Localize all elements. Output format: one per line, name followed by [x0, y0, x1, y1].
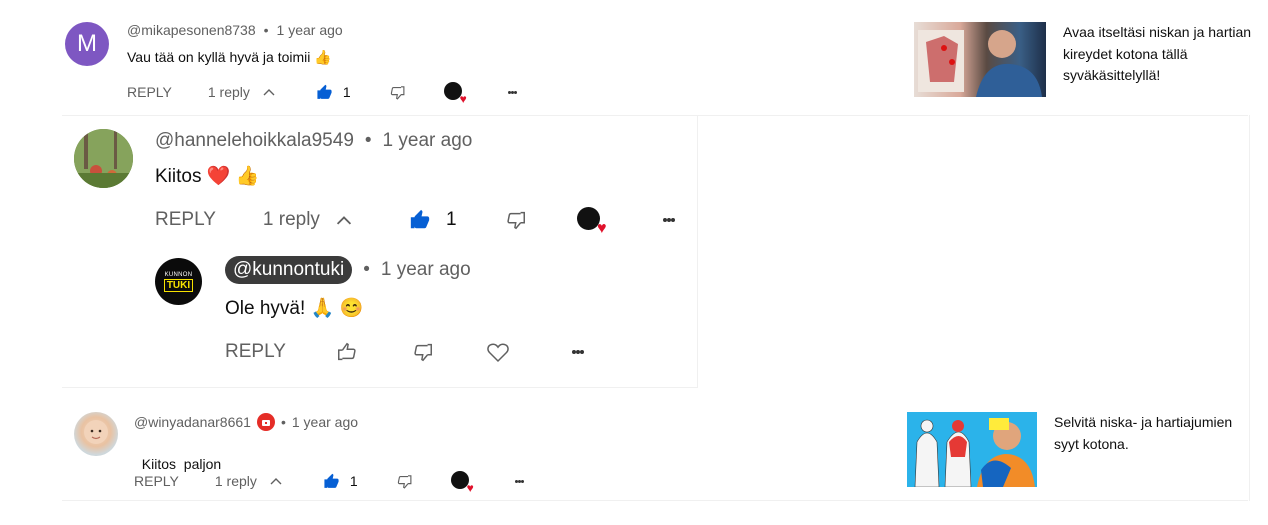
comment-time[interactable]: 1 year ago [381, 259, 471, 281]
comment-body: Ole hyvä! [225, 298, 306, 319]
thumbnail-illustration [907, 412, 1037, 487]
thumbnail-illustration [918, 30, 1042, 97]
heart-icon: ♥ [466, 481, 474, 495]
comment-actions: REPLY 1 reply 1 ♥ [155, 206, 675, 237]
thumbs-up-icon [410, 209, 430, 229]
separator-dot: • [280, 414, 286, 430]
pray-smile-emoji: 🙏 😊 [310, 298, 364, 319]
video-title[interactable]: Avaa itseltäsi niskan ja hartian kireyde… [1063, 22, 1253, 87]
replies-toggle[interactable]: 1 reply [215, 473, 283, 489]
like-count: 1 [349, 473, 358, 489]
heart-thumbs-emoji: ❤️ 👍 [206, 166, 260, 187]
creator-handle-chip[interactable]: @kunnontuki [225, 256, 353, 284]
thumbs-down-icon [414, 343, 432, 362]
channel-badge-icon [256, 413, 275, 431]
comment-time[interactable]: 1 year ago [292, 414, 358, 430]
comment-header: @kunnontuki • 1 year ago [225, 256, 471, 284]
like-button[interactable] [336, 341, 358, 363]
dislike-button[interactable] [412, 341, 434, 363]
comment-author[interactable]: @winyadanar8661 [134, 414, 251, 430]
heart-outline-icon [487, 343, 509, 363]
creator-heart-badge: ♥ [576, 207, 607, 237]
channel-logo-top: KUNNON [164, 271, 193, 278]
heart-icon: ♥ [459, 92, 467, 106]
thumbs-up-icon [337, 342, 356, 361]
more-options-icon[interactable] [571, 348, 584, 357]
creator-heart-badge: ♥ [443, 82, 467, 106]
comment-author[interactable]: @hannelehoikkala9549 [155, 130, 354, 152]
comment-header: @hannelehoikkala9549 • 1 year ago [155, 130, 472, 152]
comment-text: Ole hyvä! 🙏 😊 [225, 296, 363, 320]
like-button[interactable] [316, 84, 333, 101]
more-options-icon[interactable] [662, 216, 675, 225]
comment-author: @kunnontuki [233, 259, 345, 280]
comment-text: Vau tää on kyllä hyvä ja toimii 👍 [127, 49, 332, 66]
video-thumbnail[interactable] [907, 412, 1037, 487]
thumbs-up-emoji: 👍 [314, 49, 332, 65]
replies-toggle[interactable]: 1 reply [263, 209, 353, 231]
comment-author[interactable]: @mikapesonen8738 [127, 22, 256, 38]
avatar-letter: M [77, 30, 97, 57]
divider [62, 500, 1248, 501]
chevron-up-icon [270, 478, 282, 485]
thumbs-down-icon [397, 474, 412, 489]
like-button[interactable] [409, 209, 431, 231]
chevron-up-icon [336, 216, 352, 225]
comment-body: Kiitos [155, 166, 202, 187]
replies-toggle[interactable]: 1 reply [208, 84, 276, 100]
creator-heart-badge: ♥ [450, 471, 474, 495]
avatar-image [74, 129, 133, 188]
video-thumbnail[interactable] [914, 22, 1046, 97]
dislike-button[interactable] [389, 84, 406, 101]
vertical-divider [697, 115, 698, 387]
vertical-divider [1249, 115, 1250, 501]
heart-icon: ♥ [597, 220, 607, 237]
comment-actions: REPLY [225, 338, 584, 366]
dislike-button[interactable] [505, 209, 527, 231]
like-count: 1 [445, 209, 457, 230]
avatar-image [84, 420, 108, 444]
reply-button[interactable]: REPLY [155, 209, 216, 231]
reply-button[interactable]: REPLY [225, 341, 286, 363]
comment-actions: REPLY 1 reply 1 ♥ [127, 82, 517, 106]
chevron-up-icon [263, 89, 275, 96]
channel-logo-bottom: TUKI [163, 278, 194, 292]
separator-dot: • [363, 259, 370, 280]
thumbs-down-icon [390, 85, 405, 100]
thumbs-down-icon [506, 211, 525, 230]
separator-dot: • [364, 130, 372, 151]
replies-count: 1 reply [214, 473, 257, 489]
thumbs-up-icon [324, 473, 339, 488]
avatar[interactable] [74, 412, 118, 456]
like-button[interactable] [323, 473, 340, 490]
comment-header: @mikapesonen8738 • 1 year ago [127, 22, 343, 38]
comment-body: Vau tää on kyllä hyvä ja toimii [127, 49, 311, 65]
comment-body: Kiitos paljon [141, 456, 222, 472]
replies-count: 1 reply [207, 84, 250, 100]
comment-time[interactable]: 1 year ago [383, 130, 473, 152]
like-count: 1 [342, 84, 351, 100]
separator-dot: • [263, 22, 269, 38]
avatar[interactable] [74, 129, 133, 188]
comment-header: @winyadanar8661 • 1 year ago [134, 413, 358, 431]
comment-actions: REPLY 1 reply 1 ♥ [134, 471, 524, 495]
comment-text: Kiitos ❤️ 👍 [155, 164, 259, 188]
comment-time[interactable]: 1 year ago [277, 22, 343, 38]
divider [62, 115, 1248, 116]
thumbs-up-icon [317, 84, 332, 99]
divider [62, 387, 698, 388]
more-options-icon[interactable] [507, 89, 517, 96]
heart-button[interactable] [486, 341, 510, 363]
replies-count: 1 reply [262, 209, 320, 230]
video-title[interactable]: Selvitä niska- ja hartiajumien syyt koto… [1054, 412, 1249, 455]
reply-button[interactable]: REPLY [127, 84, 172, 100]
avatar[interactable]: M [65, 22, 109, 66]
dislike-button[interactable] [396, 473, 413, 490]
comment-text: Kiitos paljon [134, 440, 221, 472]
channel-avatar[interactable]: KUNNON TUKI [155, 258, 202, 305]
more-options-icon[interactable] [514, 478, 524, 485]
reply-button[interactable]: REPLY [134, 473, 179, 489]
